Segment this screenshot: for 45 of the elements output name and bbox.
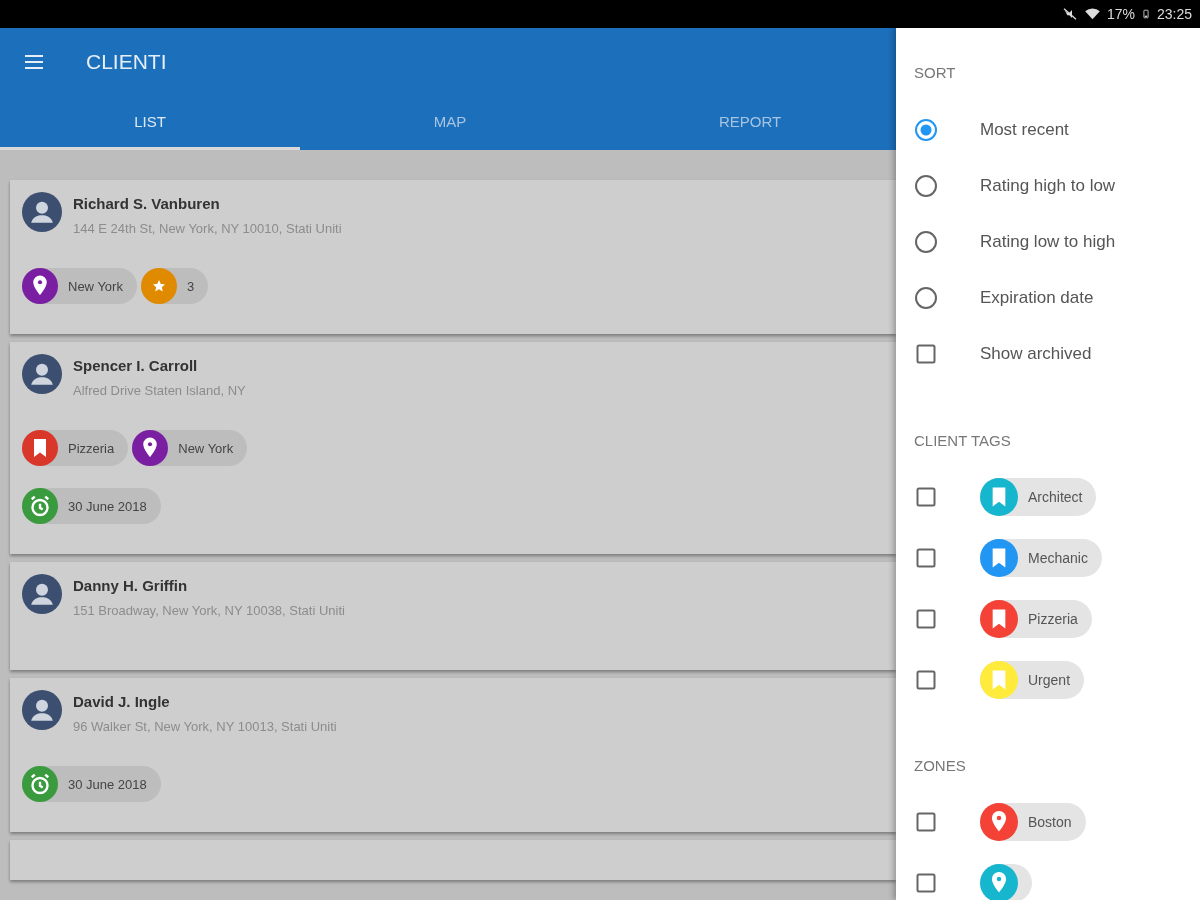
chip-label: New York	[178, 440, 234, 456]
chip-label: Urgent	[1028, 671, 1071, 688]
client-name: Danny H. Griffin	[73, 577, 189, 594]
client-name: David J. Ingle	[73, 693, 171, 710]
avatar-icon	[22, 192, 62, 232]
client-card[interactable]: Danny H. Griffin 151 Broadway, New York, NY 10038, Stati Uniti	[10, 562, 896, 670]
section-heading: SORT	[914, 64, 957, 83]
wifi-icon	[1083, 6, 1101, 22]
client-card[interactable]: Richard S. Vanburen 144 E 24th St, New York, NY 10010, Stati Uniti New York 3	[10, 180, 896, 334]
client-address: 96 Walker St, New York, NY 10013, Stati Uniti	[73, 719, 337, 734]
avatar-icon	[22, 690, 62, 730]
chip-label: Architect	[1028, 488, 1083, 505]
mute-icon	[1061, 6, 1078, 22]
section-heading: CLIENT TAGS	[914, 432, 1012, 451]
client-name: Spencer I. Carroll	[73, 357, 199, 374]
option-label: Expiration date	[980, 288, 1094, 308]
chip-label: Pizzeria	[68, 440, 115, 456]
radio-button[interactable]	[914, 230, 938, 254]
clock-time: 23:25	[1156, 6, 1192, 22]
client-address: 151 Broadway, New York, NY 10038, Stati Uniti	[73, 603, 345, 618]
client-address: Alfred Drive Staten Island, NY	[73, 383, 246, 398]
chip-label: 3	[186, 278, 195, 294]
chip-label: 30 June 2018	[68, 498, 147, 514]
avatar-icon	[22, 574, 62, 614]
app-title: CLIENTI	[86, 49, 167, 74]
radio-button[interactable]	[914, 118, 938, 142]
chip-label: New York	[68, 278, 123, 294]
client-card[interactable]: David J. Ingle 96 Walker St, New York, NY 10013, Stati Uniti 30 June 2018	[10, 678, 896, 832]
avatar-icon	[22, 354, 62, 394]
battery-percent: 17%	[1106, 6, 1135, 22]
checkbox[interactable]	[914, 342, 938, 366]
client-address: 144 E 24th St, New York, NY 10010, Stati Uniti	[73, 221, 342, 236]
chip-label: Pizzeria	[1028, 610, 1078, 627]
chip-label: Boston	[1028, 813, 1072, 830]
section-heading: ZONES	[914, 757, 967, 776]
client-name: Richard S. Vanburen	[73, 195, 221, 212]
radio-button[interactable]	[914, 286, 938, 310]
option-label: Show archived	[980, 344, 1092, 364]
radio-button[interactable]	[914, 174, 938, 198]
option-label: Rating low to high	[980, 232, 1116, 252]
option-label: Rating high to low	[980, 176, 1116, 196]
chip-label: Mechanic	[1028, 549, 1088, 566]
option-label: Most recent	[980, 120, 1069, 140]
client-card[interactable]: Spencer I. Carroll Alfred Drive Staten Island, NY Pizzeria New York 30 June 2018	[10, 342, 896, 554]
chip-label: 30 June 2018	[68, 776, 147, 792]
